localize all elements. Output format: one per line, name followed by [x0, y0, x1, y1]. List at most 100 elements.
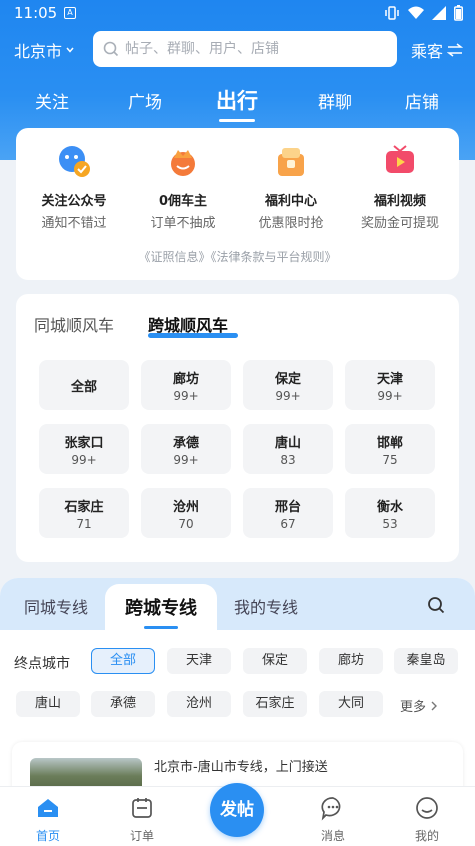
city-cell[interactable]: 沧州 70: [141, 488, 231, 538]
city-count: 83: [280, 453, 296, 467]
chip-dest[interactable]: 沧州: [167, 691, 231, 717]
tab-intercity-route[interactable]: 跨城专线: [105, 584, 217, 632]
city-selector[interactable]: 北京市: [14, 38, 75, 62]
service-title: 关注公众号: [41, 194, 107, 209]
service-title: 福利视频: [373, 194, 426, 209]
tab-local-route[interactable]: 同城专线: [24, 594, 88, 618]
role-switch[interactable]: 乘客: [411, 38, 463, 62]
service-subtitle: 奖励金可提现: [360, 216, 439, 231]
search-input[interactable]: [125, 41, 375, 57]
tab-local-rideshare[interactable]: 同城顺风车: [34, 312, 114, 336]
main-nav-tabs: 关注 广场 出行 群聊 店铺: [0, 88, 475, 128]
city-cell[interactable]: 廊坊 99+: [141, 360, 231, 410]
city-count: 99+: [377, 389, 403, 403]
nav-label: 首页: [35, 829, 60, 843]
city-cell[interactable]: 唐山 83: [243, 424, 333, 474]
city-count: 71: [76, 517, 92, 531]
tab-my-route[interactable]: 我的专线: [234, 594, 298, 618]
tab-intercity-rideshare[interactable]: 跨城顺风车: [148, 312, 238, 338]
city-name: 天津: [376, 372, 403, 387]
service-subtitle: 优惠限时抢: [258, 216, 324, 231]
city-count: 67: [280, 517, 296, 531]
service-title: 福利中心: [264, 194, 317, 209]
city-cell[interactable]: 衡水 53: [345, 488, 435, 538]
chip-dest[interactable]: 秦皇岛: [394, 648, 458, 674]
switch-arrows-icon: [447, 43, 463, 57]
home-icon: [38, 799, 58, 817]
chat-bubble-icon: [321, 797, 341, 821]
service-title: 0佣车主: [158, 194, 208, 209]
city-count: 75: [382, 453, 398, 467]
tab-shops[interactable]: 店铺: [387, 88, 457, 113]
city-name: 邯郸: [376, 436, 403, 451]
service-subtitle: 订单不抽成: [150, 216, 216, 231]
tab-underline: [144, 626, 178, 629]
tab-follow[interactable]: 关注: [17, 88, 87, 113]
search-box[interactable]: [93, 31, 397, 67]
chip-dest[interactable]: 保定: [243, 648, 307, 674]
nav-messages[interactable]: 消息: [303, 795, 363, 844]
post-button[interactable]: 发帖: [210, 783, 264, 837]
city-cell[interactable]: 天津 99+: [345, 360, 435, 410]
bottom-nav: 首页 订单 发帖 消息 我的: [0, 783, 475, 846]
calendar-icon: [132, 798, 152, 818]
tab-label: 跨城专线: [125, 598, 197, 619]
city-cell[interactable]: 邢台 67: [243, 488, 333, 538]
tv-video-icon: [386, 145, 414, 173]
city-name: 唐山: [274, 436, 301, 451]
city-label: 北京市: [14, 42, 63, 61]
city-count: 53: [382, 517, 398, 531]
top-bar: 北京市 乘客: [0, 30, 475, 68]
nav-label: 我的: [414, 829, 439, 843]
legal-links[interactable]: 《证照信息》《法律条款与平台规则》: [16, 248, 459, 265]
chip-dest[interactable]: 大同: [319, 691, 383, 717]
tab-label: 同城顺风车: [34, 316, 115, 335]
service-welfare-video[interactable]: 福利视频 奖励金可提现: [350, 144, 450, 231]
chip-dest[interactable]: 唐山: [16, 691, 80, 717]
city-name: 张家口: [64, 436, 104, 451]
signal-icon: [432, 6, 446, 20]
city-cell[interactable]: 石家庄 71: [39, 488, 129, 538]
nav-me[interactable]: 我的: [397, 795, 457, 844]
nav-home[interactable]: 首页: [18, 795, 78, 844]
nav-orders[interactable]: 订单: [112, 795, 172, 844]
city-name: 衡水: [376, 500, 403, 515]
chip-dest[interactable]: 承德: [91, 691, 155, 717]
nav-label: 消息: [320, 829, 345, 843]
route-tabs-bar: 同城专线 跨城专线 我的专线: [0, 578, 475, 632]
search-icon[interactable]: [427, 596, 445, 614]
city-cell[interactable]: 保定 99+: [243, 360, 333, 410]
tab-groups[interactable]: 群聊: [300, 88, 370, 113]
chip-dest[interactable]: 全部: [91, 648, 155, 674]
status-bar: 11:05 A: [0, 0, 475, 28]
chevron-down-icon: [66, 47, 74, 53]
service-card: 关注公众号 通知不错过 0佣车主 订单不抽成 福利中心 优惠限时抢 福利视频 奖…: [16, 128, 459, 280]
official-account-icon: [59, 146, 90, 177]
city-count: 70: [178, 517, 194, 531]
tab-travel[interactable]: 出行: [202, 85, 272, 122]
battery-icon: [454, 5, 463, 21]
vibrate-icon: [385, 6, 399, 20]
city-cell[interactable]: 承德 99+: [141, 424, 231, 474]
crown-driver-icon: [171, 150, 195, 176]
listing-title: 北京市-唐山市专线，上门接送: [154, 760, 328, 775]
search-icon: [103, 41, 119, 57]
ride-card: 同城顺风车 跨城顺风车 全部 廊坊 99+ 保定 99+ 天津 99+ 张家口 …: [16, 294, 459, 562]
service-welfare-center[interactable]: 福利中心 优惠限时抢: [241, 144, 341, 231]
tab-label: 跨城顺风车: [148, 316, 229, 335]
city-cell[interactable]: 张家口 99+: [39, 424, 129, 474]
chip-dest[interactable]: 石家庄: [243, 691, 307, 717]
city-cell[interactable]: 全部: [39, 360, 129, 410]
more-cities-link[interactable]: 更多: [400, 696, 438, 715]
service-official-account[interactable]: 关注公众号 通知不错过: [24, 144, 124, 231]
chip-dest[interactable]: 廊坊: [319, 648, 383, 674]
service-zero-commission[interactable]: 0佣车主 订单不抽成: [133, 144, 233, 231]
tab-square[interactable]: 广场: [110, 88, 180, 113]
city-cell[interactable]: 邯郸 75: [345, 424, 435, 474]
more-label: 更多: [400, 700, 427, 715]
nav-label: 订单: [129, 829, 154, 843]
filter-label: 终点城市: [14, 656, 70, 672]
gift-bag-icon: [278, 148, 304, 176]
chip-dest[interactable]: 天津: [167, 648, 231, 674]
status-time: 11:05: [14, 4, 58, 22]
